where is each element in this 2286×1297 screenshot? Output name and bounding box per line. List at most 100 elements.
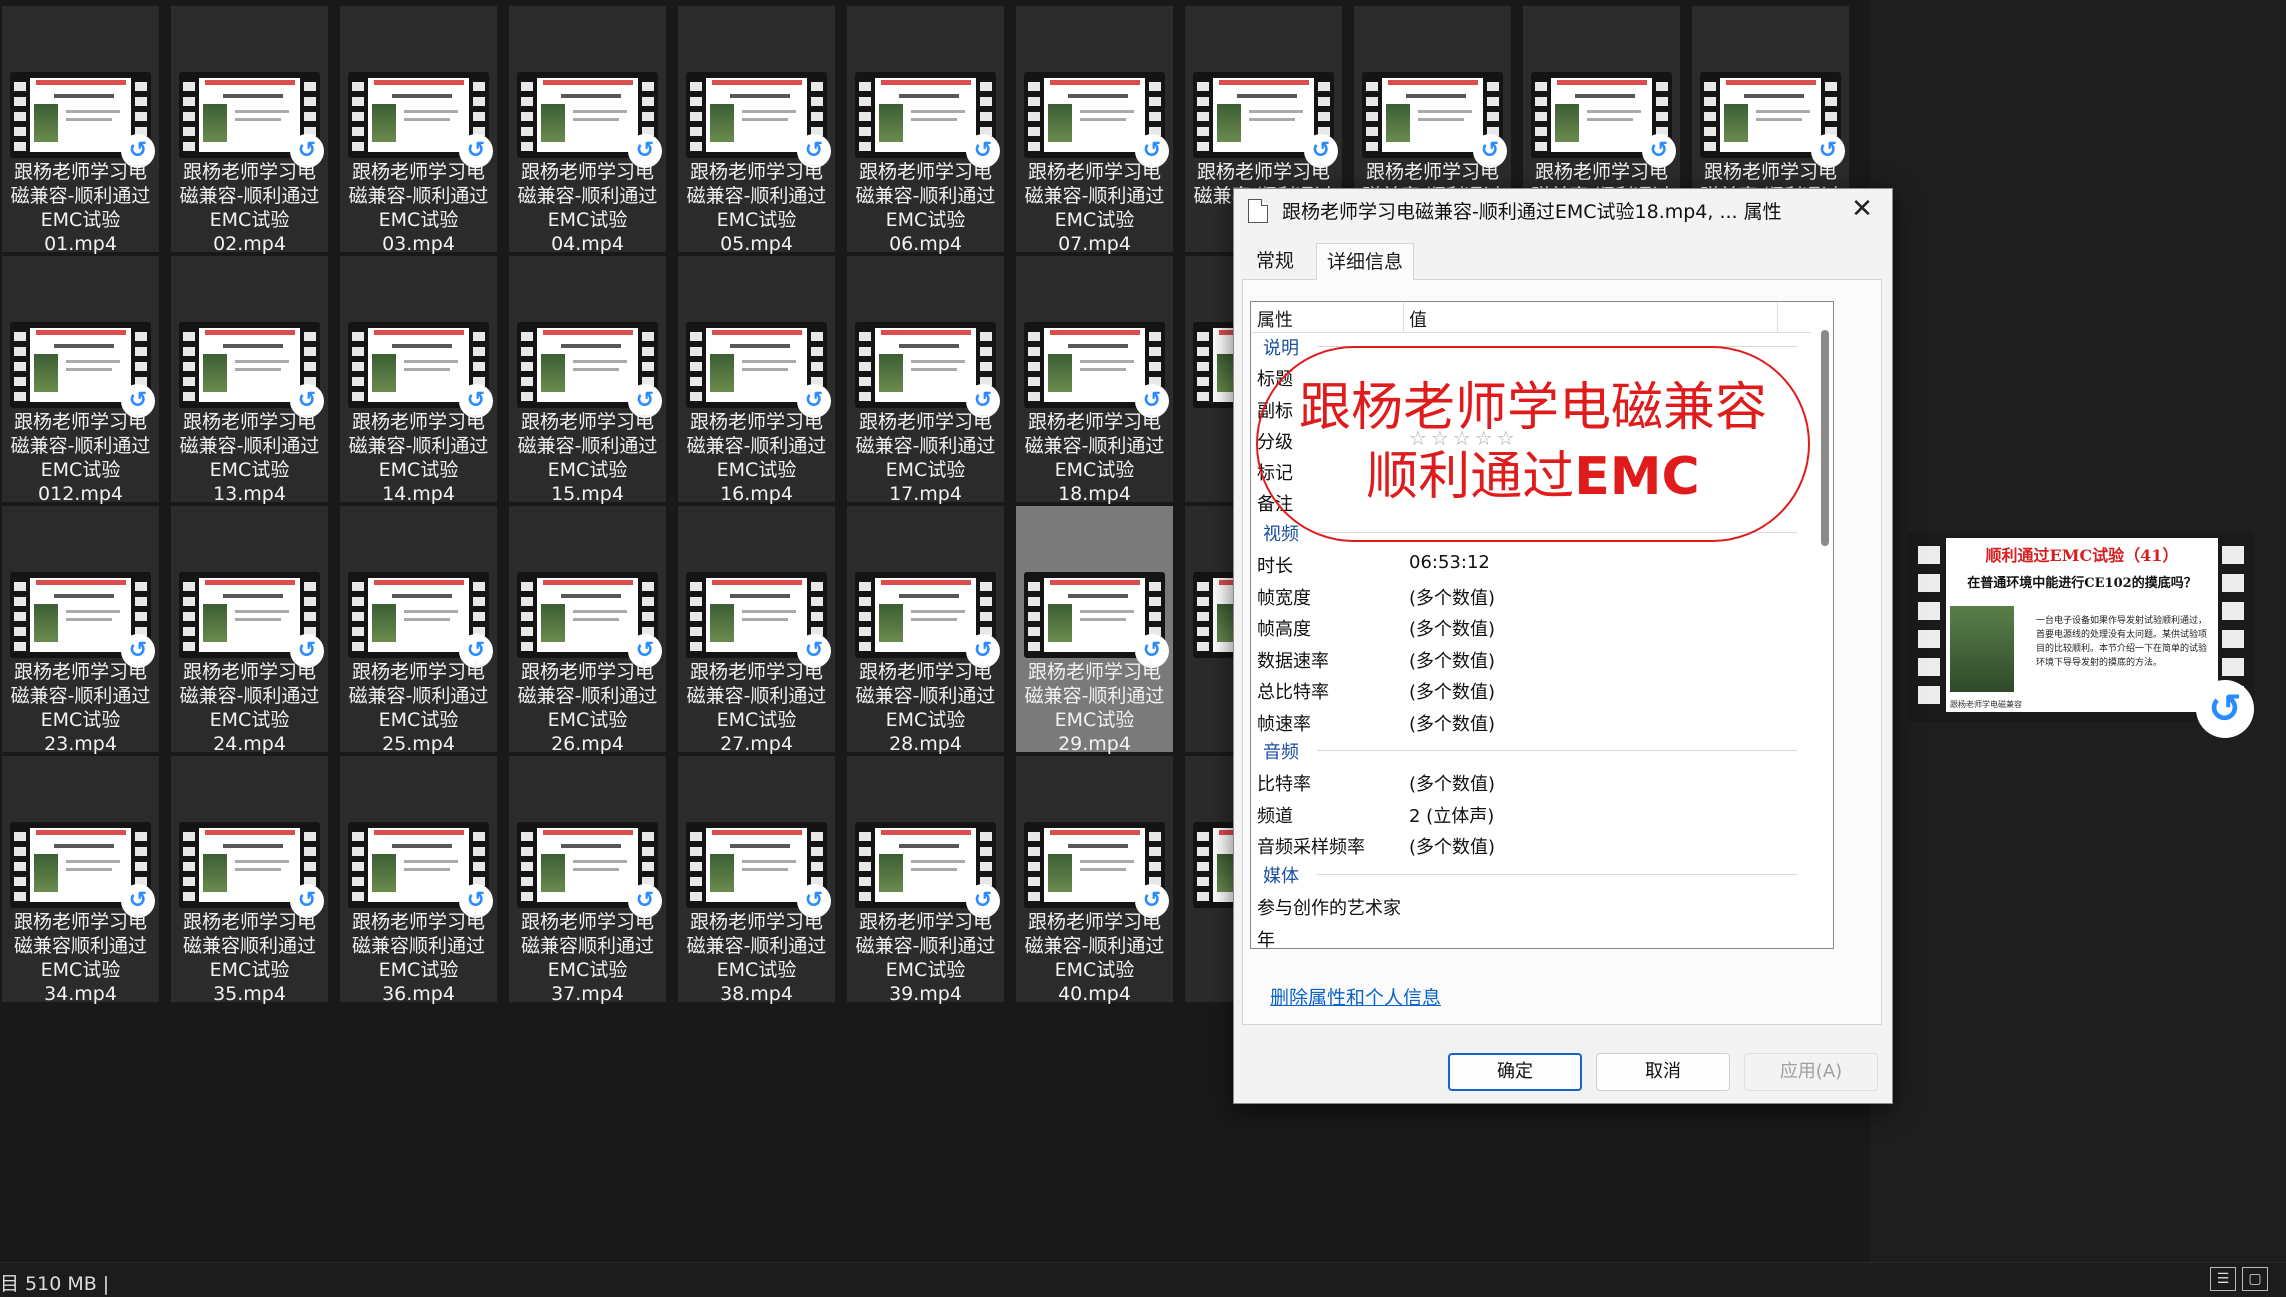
video-thumbnail: ↺ xyxy=(348,822,493,918)
film-holes-icon xyxy=(352,78,364,152)
film-holes-icon xyxy=(521,578,533,652)
file-tile[interactable]: ↺ 跟杨老师学习电 磁兼容-顺利通过 EMC试验 24.mp4 xyxy=(171,506,328,755)
file-tile[interactable]: ↺ 跟杨老师学习电 磁兼容-顺利通过 EMC试验 14.mp4 xyxy=(340,256,497,505)
file-tile[interactable]: ↺ 跟杨老师学习电 磁兼容-顺利通过 EMC试验 28.mp4 xyxy=(847,506,1004,755)
file-name-line: 跟杨老师学习电 xyxy=(520,411,654,433)
file-tile[interactable]: ↺ 跟杨老师学习电 磁兼容-顺利通过 EMC试验 05.mp4 xyxy=(678,6,835,255)
file-name-line: EMC试验 xyxy=(209,959,290,981)
file-tile[interactable]: ↺ 跟杨老师学习电 磁兼容顺利通过 EMC试验 34.mp4 xyxy=(2,756,159,1005)
column-property[interactable]: 属性 xyxy=(1257,306,1293,332)
details-view-icon[interactable]: ☰ xyxy=(2210,1267,2236,1291)
file-name-line: EMC试验 xyxy=(378,209,459,231)
thumbnail-frame xyxy=(1382,78,1483,152)
file-tile[interactable]: ↺ 跟杨老师学习电 磁兼容-顺利通过 EMC试验 03.mp4 xyxy=(340,6,497,255)
file-name: 跟杨老师学习电 磁兼容-顺利通过 EMC试验 13.mp4 xyxy=(175,410,324,506)
property-value[interactable]: (多个数值) xyxy=(1409,710,1495,736)
file-tile[interactable]: ↺ 跟杨老师学习电 磁兼容顺利通过 EMC试验 36.mp4 xyxy=(340,756,497,1005)
film-holes-icon xyxy=(183,78,195,152)
properties-dialog: 跟杨老师学习电磁兼容-顺利通过EMC试验18.mp4, ... 属性 ✕ 常规 … xyxy=(1233,188,1893,1104)
file-tile[interactable]: ↺ 跟杨老师学习电 磁兼容-顺利通过 EMC试验 06.mp4 xyxy=(847,6,1004,255)
property-value[interactable]: (多个数值) xyxy=(1409,678,1495,704)
file-name: 跟杨老师学习电 磁兼容-顺利通过 EMC试验 39.mp4 xyxy=(851,910,1000,1006)
property-value[interactable]: (多个数值) xyxy=(1409,615,1495,641)
scroll-thumb[interactable] xyxy=(1821,330,1829,546)
file-tile[interactable]: ↺ 跟杨老师学习电 磁兼容-顺利通过 EMC试验 15.mp4 xyxy=(509,256,666,505)
file-name-line: EMC试验 xyxy=(547,709,628,731)
large-icons-view-icon[interactable]: ▢ xyxy=(2242,1267,2268,1291)
file-tile[interactable]: ↺跟杨磁兼E xyxy=(1185,256,1338,502)
property-name[interactable]: 频道 xyxy=(1257,802,1293,828)
property-list[interactable]: 属性 值 说明 标题 副标 分级 ☆☆☆☆☆ 标记 备注 视频 时长 06:53:… xyxy=(1250,301,1834,949)
apply-button[interactable]: 应用(A) xyxy=(1744,1053,1878,1091)
property-name[interactable]: 数据速率 xyxy=(1257,647,1329,673)
file-tile[interactable]: ↺ 跟杨老师学习电 磁兼容顺利通过 EMC试验 37.mp4 xyxy=(509,756,666,1005)
row-tags[interactable]: 标记 xyxy=(1257,459,1293,485)
video-thumbnail: ↺ xyxy=(1193,72,1338,168)
file-tile[interactable]: ↺ 跟杨老师学习电 磁兼容-顺利通过 EMC试验 27.mp4 xyxy=(678,506,835,755)
tab-general[interactable]: 常规 xyxy=(1246,243,1304,279)
preview-title: 顺利通过EMC试验（41） xyxy=(1985,546,2179,565)
file-tile[interactable]: ↺ 跟杨老师学习电 磁兼容-顺利通过 EMC试验 39.mp4 xyxy=(847,756,1004,1005)
file-tile[interactable]: ↺跟杨磁兼E xyxy=(1185,506,1338,752)
file-tile[interactable]: ↺ 跟杨老师学习电 磁兼容-顺利通过 EMC试验 29.mp4 xyxy=(1016,506,1173,755)
file-tile[interactable]: ↺ 跟杨老师学习电 磁兼容-顺利通过 EMC试验 01.mp4 xyxy=(2,6,159,255)
property-name[interactable]: 帧宽度 xyxy=(1257,584,1311,610)
file-name: 跟杨老师学习电 磁兼容-顺利通过 EMC试验 27.mp4 xyxy=(682,660,831,756)
file-tile[interactable]: ↺ 跟杨老师学习电 磁兼容-顺利通过 EMC试验 38.mp4 xyxy=(678,756,835,1005)
property-name[interactable]: 比特率 xyxy=(1257,770,1311,796)
file-name-line: 25.mp4 xyxy=(382,733,455,755)
row-title[interactable]: 标题 xyxy=(1257,365,1293,391)
file-name-line: 07.mp4 xyxy=(1058,233,1131,255)
file-name: 跟杨老师学习电 磁兼容-顺利通过 EMC试验 29.mp4 xyxy=(1020,660,1169,756)
remove-properties-link[interactable]: 删除属性和个人信息 xyxy=(1270,983,1441,1010)
tab-details[interactable]: 详细信息 xyxy=(1316,243,1415,280)
thumbnail-frame xyxy=(199,828,300,902)
property-value[interactable]: 06:53:12 xyxy=(1409,552,1490,573)
video-thumbnail: ↺ xyxy=(1024,822,1169,918)
file-tile[interactable]: ↺ 跟杨老师学习电 磁兼容-顺利通过 EMC试验 23.mp4 xyxy=(2,506,159,755)
property-name[interactable]: 帧高度 xyxy=(1257,615,1311,641)
file-tile[interactable]: ↺ 跟杨老师学习电 磁兼容-顺利通过 EMC试验 26.mp4 xyxy=(509,506,666,755)
property-value[interactable]: (多个数值) xyxy=(1409,647,1495,673)
file-tile[interactable]: ↺ 跟杨老师学习电 磁兼容-顺利通过 EMC试验 17.mp4 xyxy=(847,256,1004,505)
file-tile[interactable]: ↺ 跟杨老师学习电 磁兼容-顺利通过 EMC试验 02.mp4 xyxy=(171,6,328,255)
file-tile[interactable]: ↺ 跟杨老师学习电 磁兼容-顺利通过 EMC试验 07.mp4 xyxy=(1016,6,1173,255)
property-name[interactable]: 年 xyxy=(1257,926,1275,949)
row-comments[interactable]: 备注 xyxy=(1257,490,1293,516)
file-tile[interactable]: ↺跟杨磁兼E xyxy=(1185,756,1338,1002)
close-icon[interactable]: ✕ xyxy=(1842,191,1882,227)
property-name[interactable]: 帧速率 xyxy=(1257,710,1311,736)
property-name[interactable]: 音频采样频率 xyxy=(1257,833,1365,859)
ok-button[interactable]: 确定 xyxy=(1448,1053,1582,1091)
file-name-line: 磁兼容-顺利通过 xyxy=(348,185,489,207)
rating-stars[interactable]: ☆☆☆☆☆ xyxy=(1409,426,1519,450)
film-holes-icon xyxy=(1197,578,1209,652)
video-thumbnail: ↺ xyxy=(855,72,1000,168)
file-tile[interactable]: ↺ 跟杨老师学习电 磁兼容-顺利通过 EMC试验 25.mp4 xyxy=(340,506,497,755)
video-thumbnail: ↺ xyxy=(179,72,324,168)
cancel-button[interactable]: 取消 xyxy=(1596,1053,1730,1091)
property-value[interactable]: 2 (立体声) xyxy=(1409,802,1494,828)
file-name-line: 17.mp4 xyxy=(889,483,962,505)
film-holes-icon xyxy=(1028,578,1040,652)
file-tile[interactable]: ↺ 跟杨老师学习电 磁兼容-顺利通过 EMC试验 16.mp4 xyxy=(678,256,835,505)
file-tile[interactable]: ↺ 跟杨老师学习电 磁兼容-顺利通过 EMC试验 04.mp4 xyxy=(509,6,666,255)
property-name[interactable]: 时长 xyxy=(1257,552,1293,578)
scrollbar[interactable] xyxy=(1821,330,1829,944)
property-value[interactable]: (多个数值) xyxy=(1409,770,1495,796)
column-value[interactable]: 值 xyxy=(1409,306,1427,332)
row-subtitle[interactable]: 副标 xyxy=(1257,397,1293,423)
file-tile[interactable]: ↺ 跟杨老师学习电 磁兼容-顺利通过 EMC试验 18.mp4 xyxy=(1016,256,1173,505)
file-tile[interactable]: ↺ 跟杨老师学习电 磁兼容-顺利通过 EMC试验 13.mp4 xyxy=(171,256,328,505)
file-tile[interactable]: ↺ 跟杨老师学习电 磁兼容顺利通过 EMC试验 35.mp4 xyxy=(171,756,328,1005)
file-name-line: EMC试验 xyxy=(716,209,797,231)
thumbnail-frame xyxy=(1044,828,1145,902)
video-thumbnail: ↺ xyxy=(686,72,831,168)
property-name[interactable]: 总比特率 xyxy=(1257,678,1329,704)
property-value[interactable]: (多个数值) xyxy=(1409,584,1495,610)
row-rating[interactable]: 分级 xyxy=(1257,428,1293,454)
property-value[interactable]: (多个数值) xyxy=(1409,833,1495,859)
file-tile[interactable]: ↺ 跟杨老师学习电 磁兼容-顺利通过 EMC试验 012.mp4 xyxy=(2,256,159,505)
property-name[interactable]: 参与创作的艺术家 xyxy=(1257,894,1401,920)
file-tile[interactable]: ↺ 跟杨老师学习电 磁兼容-顺利通过 EMC试验 40.mp4 xyxy=(1016,756,1173,1005)
